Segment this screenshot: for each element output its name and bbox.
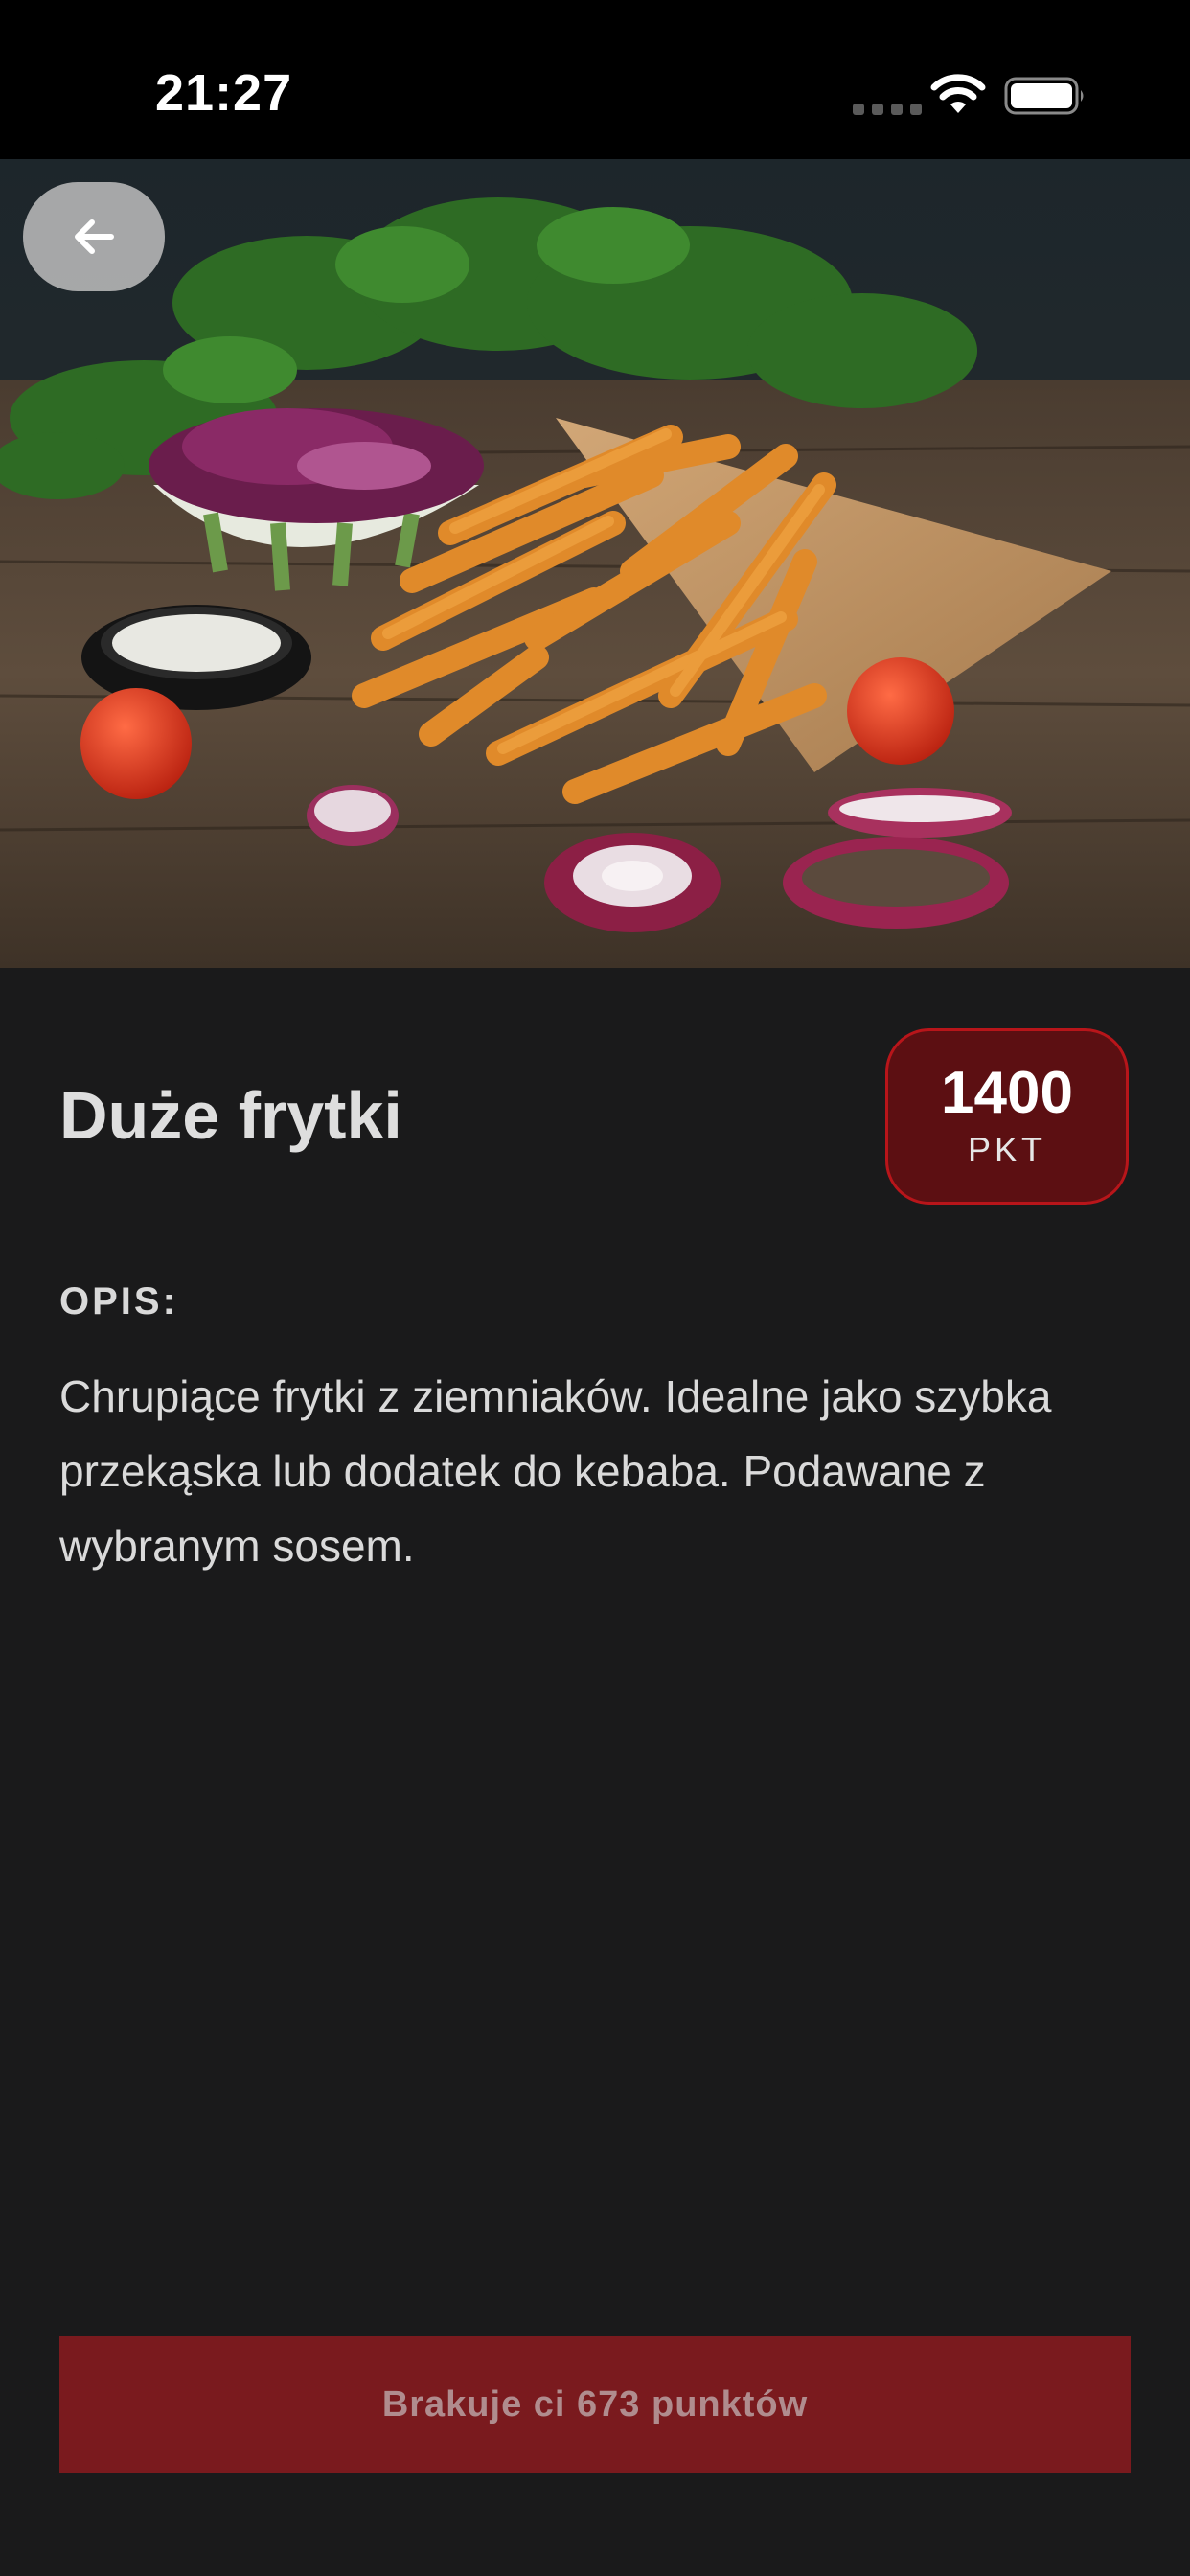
battery-icon: [1004, 77, 1084, 115]
price-value: 1400: [941, 1060, 1073, 1126]
description-label: OPIS:: [59, 1280, 178, 1322]
price-badge: 1400 PKT: [885, 1028, 1129, 1205]
product-image: [0, 159, 1190, 968]
status-time: 21:27: [155, 64, 293, 122]
description-text: Chrupiące frytki z ziemniaków. Idealne j…: [59, 1371, 1052, 1571]
product-title: Duże frytki: [59, 1078, 402, 1153]
arrow-left-icon: [75, 219, 114, 254]
back-button[interactable]: [23, 182, 165, 291]
cellular-signal-icon: [853, 104, 922, 115]
wifi-icon: [930, 74, 986, 113]
redeem-button[interactable]: Brakuje ci 673 punktów: [59, 2336, 1131, 2472]
status-bar: 21:27: [0, 0, 1190, 159]
price-unit: PKT: [967, 1130, 1046, 1169]
